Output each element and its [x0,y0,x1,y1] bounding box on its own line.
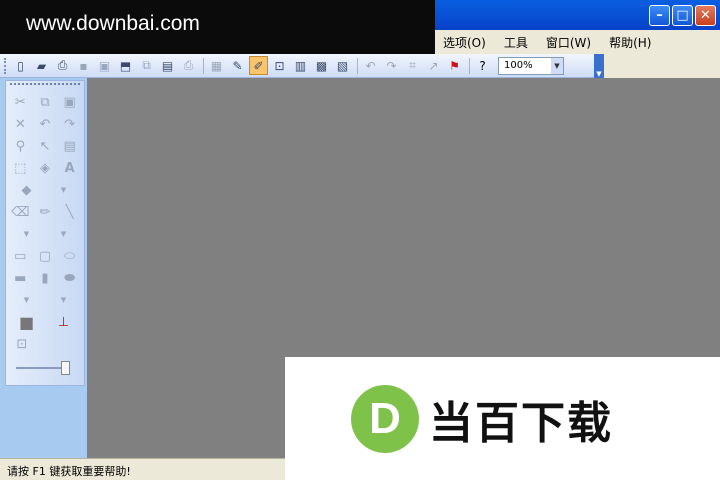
menu-window[interactable]: 窗口(W) [546,34,591,51]
zoom-select[interactable]: 100% ▼ [498,56,564,75]
new-file-icon[interactable]: ▯ [11,56,30,75]
toolbar-options-icon[interactable]: ▼ [594,53,604,78]
main-toolbar: ▯ ▰ ⎙ ▪ ▣ ⬒ ⧉ ▤ ⎙ ▦ ✎ ✐ ⊡ ▥ ▩ ▧ ↶ ↷ ⌗ ↗ … [0,53,604,78]
fill-icon[interactable]: ◈ [35,159,55,177]
size-slider[interactable] [14,359,76,379]
status-text: 请按 F1 键获取重要帮助! [7,465,131,478]
open-icon[interactable]: ▰ [32,56,51,75]
window-controls: – □ ✕ [649,5,716,26]
chevron-down-icon[interactable]: ▼ [54,225,74,243]
menu-bar: 选项(O) 工具 窗口(W) 帮助(H) [435,30,720,54]
undo-icon[interactable]: ↶ [35,115,55,133]
menu-help[interactable]: 帮助(H) [609,34,651,51]
fit-icon[interactable]: ⊡ [270,56,289,75]
redo-icon[interactable]: ↷ [60,115,80,133]
scissors-icon[interactable]: ✂ [10,93,30,111]
paint-icon[interactable]: ◆ [17,181,37,199]
rotate-left-icon[interactable]: ↶ [361,56,380,75]
pointer-icon[interactable]: ↖ [35,137,55,155]
line-icon[interactable]: ╲ [60,203,80,221]
ellipse-icon[interactable]: ⬭ [60,247,80,265]
color-swatch-icon[interactable]: ■ [17,313,37,332]
maximize-button[interactable]: □ [672,5,693,26]
page-icon[interactable]: ▧ [333,56,352,75]
flag-icon[interactable]: ⚑ [445,56,464,75]
chevron-down-icon[interactable]: ▼ [551,57,563,74]
send-icon[interactable]: ↗ [424,56,443,75]
copy-page-icon[interactable]: ⧉ [137,56,156,75]
paste-icon[interactable]: ▣ [60,93,80,111]
watermark-site-text: www.downbai.com [26,12,200,35]
copy-icon[interactable]: ⧉ [35,93,55,111]
menu-options[interactable]: 选项(O) [443,34,486,51]
scan-icon[interactable]: ⬒ [116,56,135,75]
pencil-icon[interactable]: ✏ [35,203,55,221]
toolbar-separator [357,57,358,74]
tool-palette: ✂ ⧉ ▣ ✕ ↶ ↷ ⚲ ↖ ▤ ⬚ ◈ A ◆ ▼ ⌫ ✏ ╲ ▼ ▼ ▭ … [5,80,85,386]
toolbar-separator [203,57,204,74]
filled-rounded-rect-icon[interactable]: ▮ [35,269,55,287]
export-icon[interactable]: ▥ [291,56,310,75]
text-icon[interactable]: A [60,159,80,177]
clipboard-icon[interactable]: ▦ [207,56,226,75]
zoom-value: 100% [504,60,533,71]
logo-watermark: D 当百下载 [285,357,720,480]
close-button[interactable]: ✕ [695,5,716,26]
logo-text: 当百下载 [429,397,613,449]
highlight-icon[interactable]: ✐ [249,56,268,75]
print-preview-icon[interactable]: ⎙ [53,56,72,75]
stamp-icon[interactable]: ⊥ [54,313,74,331]
context-help-icon[interactable]: ? [473,56,492,75]
filled-rect-icon[interactable]: ▬ [10,269,30,287]
chevron-down-icon[interactable]: ▼ [17,225,37,243]
toolbar-empty-area [604,54,720,78]
eraser-icon[interactable]: ⌫ [10,203,30,221]
toolbar-separator [469,57,470,74]
zoom-icon[interactable]: ⚲ [10,137,30,155]
toolbar-grip[interactable] [4,57,7,74]
batch-icon[interactable]: ▩ [312,56,331,75]
save-all-icon[interactable]: ▣ [95,56,114,75]
logo-icon: D [351,384,419,453]
rotate-right-icon[interactable]: ↷ [382,56,401,75]
delete-icon[interactable]: ✕ [10,115,30,133]
fit-view-icon[interactable]: ⊡ [12,335,32,353]
logo-letter: D [369,393,401,443]
slider-thumb[interactable] [61,361,70,375]
chevron-down-icon[interactable]: ▼ [17,291,37,309]
filled-ellipse-icon[interactable]: ⬬ [60,269,80,287]
print-icon[interactable]: ⎙ [179,56,198,75]
palette-grip[interactable] [10,83,80,89]
save-icon[interactable]: ▪ [74,56,93,75]
tools-icon[interactable]: ✎ [228,56,247,75]
book-icon[interactable]: ▤ [158,56,177,75]
rectangle-icon[interactable]: ▭ [10,247,30,265]
minimize-button[interactable]: – [649,5,670,26]
select-rect-icon[interactable]: ⬚ [10,159,30,177]
crop-icon[interactable]: ⌗ [403,56,422,75]
chevron-down-icon[interactable]: ▼ [54,181,74,199]
menu-tools[interactable]: 工具 [504,34,528,51]
rounded-rect-icon[interactable]: ▢ [35,247,55,265]
chevron-down-icon[interactable]: ▼ [54,291,74,309]
site-watermark: www.downbai.com [0,0,435,54]
frame-icon[interactable]: ▤ [60,137,80,155]
